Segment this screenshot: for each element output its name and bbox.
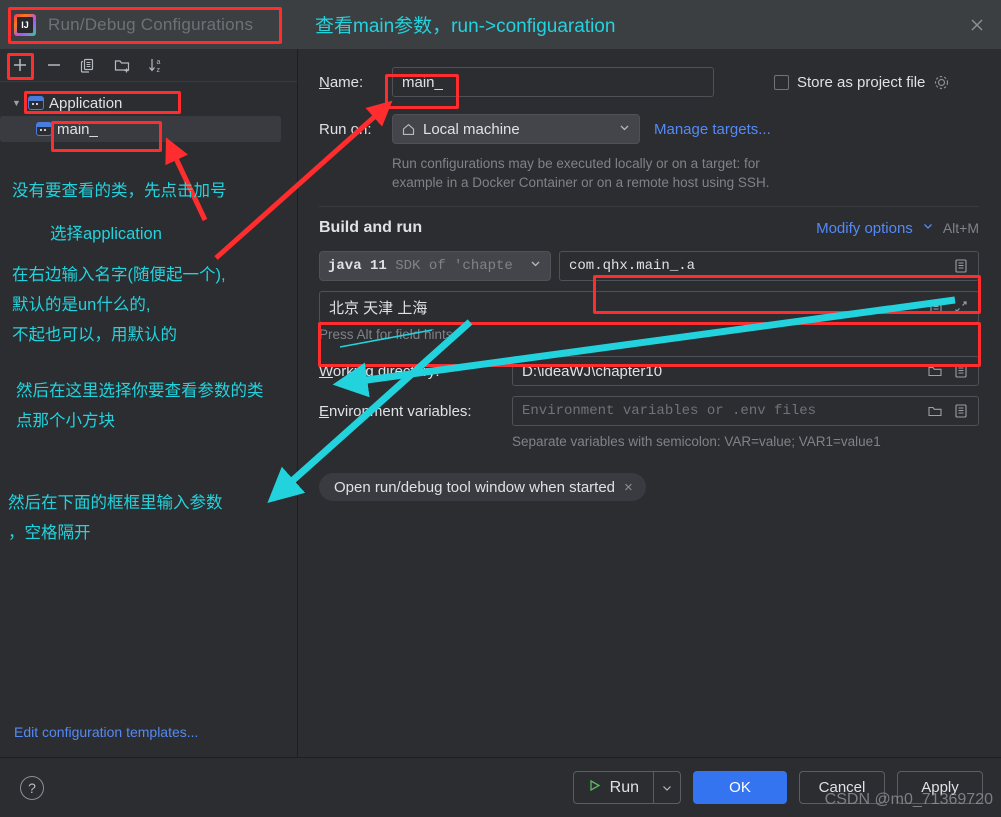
svg-text:z: z	[156, 67, 160, 74]
tree-node-application[interactable]: ▼ Application	[0, 90, 297, 116]
remove-configuration-button[interactable]	[44, 55, 64, 75]
run-on-help-line2: example in a Docker Container or on a re…	[392, 175, 770, 190]
jre-value-bold: java 11	[328, 258, 387, 274]
folder-icon[interactable]	[927, 403, 943, 419]
chevron-down-icon[interactable]	[922, 219, 934, 237]
configurations-list-panel: a z ▼ Application main_ Edit configurati…	[0, 49, 298, 757]
intellij-idea-icon	[14, 13, 36, 36]
list-icon[interactable]	[953, 363, 969, 379]
close-icon[interactable]: ×	[624, 479, 633, 496]
run-on-help-line1: Run configurations may be executed local…	[392, 156, 760, 171]
build-and-run-header: Build and run Modify options Alt+M	[319, 219, 979, 237]
name-label: Name:	[319, 73, 364, 91]
list-icon[interactable]	[953, 403, 969, 419]
run-on-row: Run on: Local machine Manage targets...	[319, 114, 979, 144]
main-class-value: com.qhx.main_.a	[569, 258, 696, 274]
list-icon[interactable]	[953, 258, 969, 274]
configurations-toolbar: a z	[0, 49, 297, 82]
run-on-label: Run on:	[319, 120, 372, 138]
copy-configuration-button[interactable]	[78, 55, 98, 75]
field-hints-text: Press Alt for field hints	[319, 327, 453, 342]
tree-node-label: main_	[57, 120, 98, 138]
program-arguments-value: 北京 天津 上海	[329, 299, 428, 317]
store-as-project-file-checkbox[interactable]	[774, 74, 789, 90]
jre-select[interactable]: java 11 SDK of 'chapte	[319, 251, 551, 281]
section-divider	[319, 206, 979, 207]
environment-variables-row: Environment variables: Environment varia…	[319, 396, 979, 426]
edit-configuration-templates-link[interactable]: Edit configuration templates...	[14, 724, 198, 740]
working-directory-label: Working directory:	[319, 362, 440, 380]
add-configuration-button[interactable]	[10, 55, 30, 75]
modify-options-link[interactable]: Modify options	[816, 220, 913, 237]
run-split-button[interactable]: Run	[572, 771, 681, 804]
dialog-titlebar: Run/Debug Configurations 查看main参数，run->c…	[0, 0, 1001, 49]
expand-icon[interactable]	[953, 299, 969, 315]
run-button[interactable]: Run	[574, 772, 653, 803]
home-icon	[401, 122, 416, 137]
run-on-select[interactable]: Local machine	[392, 114, 640, 144]
folder-icon[interactable]	[927, 363, 943, 379]
working-directory-row: Working directory: D:\ideaWJ\chapter10	[319, 356, 979, 386]
environment-variables-label: Environment variables:	[319, 402, 472, 420]
modify-options-shortcut: Alt+M	[942, 220, 979, 236]
tree-node-main[interactable]: main_	[0, 116, 281, 142]
jre-and-main-class-row: java 11 SDK of 'chapte com.qhx.main_.a	[319, 251, 979, 281]
name-row: Name: main_ Store as project file	[319, 67, 979, 97]
new-folder-button[interactable]	[112, 55, 132, 75]
application-config-icon	[28, 96, 44, 110]
dialog-footer: ? Run OK Cancel Apply	[0, 757, 1001, 817]
jre-value-dim: SDK of 'chapte	[395, 258, 513, 274]
main-class-input[interactable]: com.qhx.main_.a	[559, 251, 979, 281]
environment-variables-help: Separate variables with semicolon: VAR=v…	[512, 434, 881, 449]
cancel-button[interactable]: Cancel	[799, 771, 885, 804]
store-as-project-file-row: Store as project file	[774, 74, 950, 91]
run-dropdown-button[interactable]	[654, 782, 680, 794]
chevron-down-icon[interactable]: ▼	[12, 98, 26, 108]
run-on-value: Local machine	[423, 120, 520, 138]
name-input[interactable]: main_	[392, 67, 714, 97]
configurations-tree: ▼ Application main_	[0, 82, 297, 142]
play-icon	[587, 778, 602, 798]
working-directory-value: D:\ideaWJ\chapter10	[522, 362, 663, 380]
program-arguments-input[interactable]: 北京 天津 上海	[319, 291, 979, 323]
run-on-help: Run configurations may be executed local…	[392, 154, 979, 192]
environment-variables-placeholder: Environment variables or .env files	[522, 403, 817, 419]
svg-text:a: a	[156, 59, 160, 66]
chevron-down-icon	[529, 257, 542, 275]
gear-icon[interactable]	[933, 74, 950, 91]
dialog-title: Run/Debug Configurations	[48, 14, 254, 34]
run-debug-configurations-dialog: Run/Debug Configurations 查看main参数，run->c…	[0, 0, 1001, 817]
close-icon[interactable]	[967, 15, 987, 35]
name-input-value: main_	[402, 73, 443, 91]
list-icon[interactable]	[928, 299, 944, 315]
environment-variables-input[interactable]: Environment variables or .env files	[512, 396, 979, 426]
working-directory-input[interactable]: D:\ideaWJ\chapter10	[512, 356, 979, 386]
sort-configurations-button[interactable]: a z	[146, 55, 166, 75]
build-and-run-title: Build and run	[319, 219, 423, 236]
open-tool-window-chip[interactable]: Open run/debug tool window when started …	[319, 473, 646, 501]
open-tool-window-chip-label: Open run/debug tool window when started	[334, 478, 616, 496]
tree-node-label: Application	[49, 94, 123, 112]
chevron-down-icon	[618, 121, 631, 138]
apply-button[interactable]: Apply	[897, 771, 983, 804]
manage-targets-link[interactable]: Manage targets...	[654, 121, 771, 138]
annotation-header-note: 查看main参数，run->configuaration	[315, 16, 616, 37]
store-as-project-file-label: Store as project file	[797, 73, 926, 91]
application-config-icon	[36, 122, 52, 136]
ok-button[interactable]: OK	[693, 771, 787, 804]
question-mark-icon[interactable]: ?	[20, 775, 44, 800]
configuration-editor-panel: Name: main_ Store as project file Run on…	[299, 49, 1001, 757]
run-button-label: Run	[609, 778, 639, 796]
